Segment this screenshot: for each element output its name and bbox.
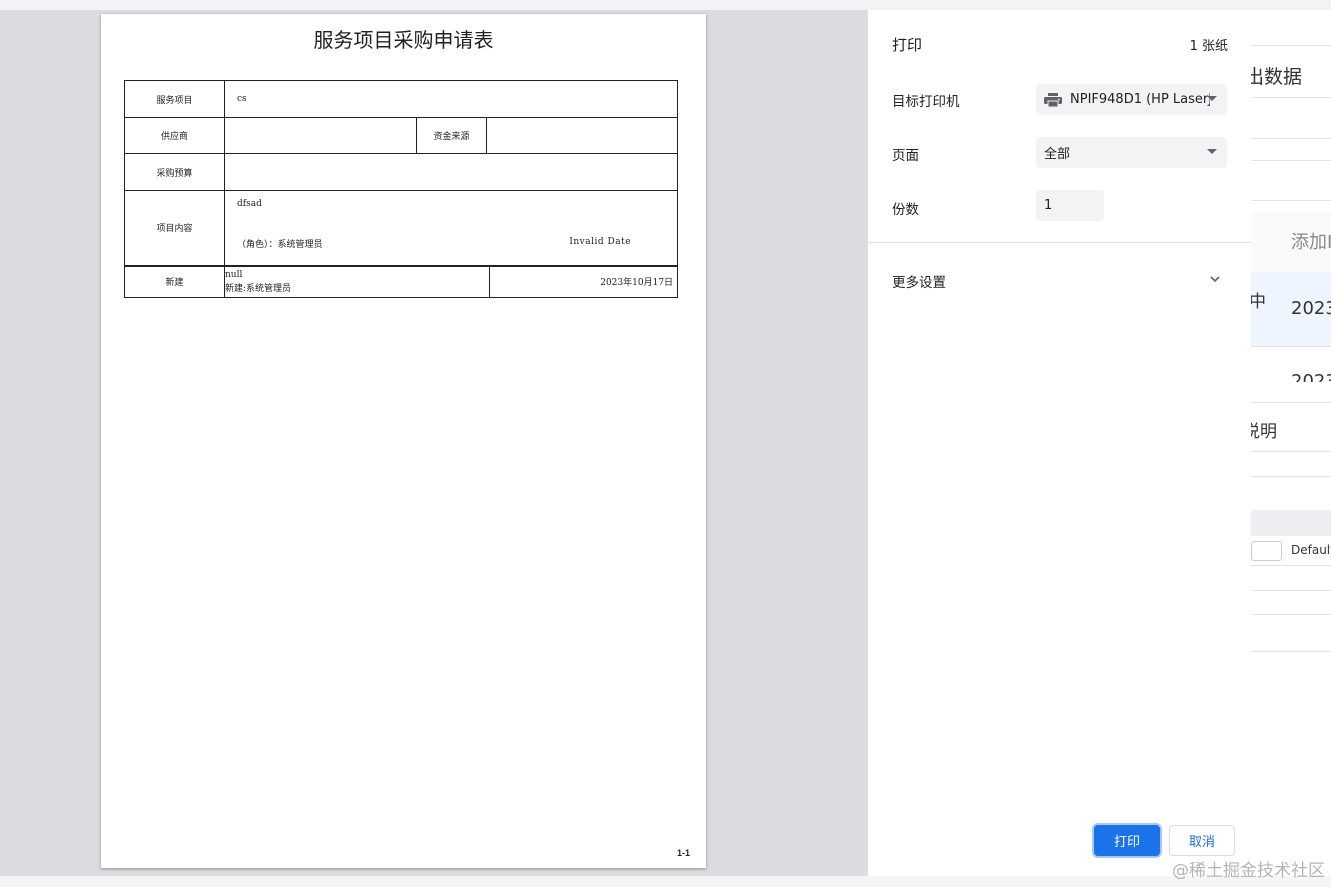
panel-divider [868,242,1252,243]
bg-status-text: 中 [1251,292,1266,312]
supplier-value [224,117,417,154]
bg-col-header: 添加I [1291,232,1331,253]
destination-select[interactable]: NPIF948D1 (HP LaserJet [1036,84,1227,115]
dropdown-arrow-icon [1207,149,1217,154]
bottom-strip [0,876,1331,887]
printer-icon [1044,92,1062,107]
form-title: 服务项目采购申请表 [313,28,494,52]
cancel-button[interactable]: 取消 [1169,825,1235,856]
print-title: 打印 [892,36,923,54]
copies-input[interactable]: 1 [1036,190,1104,221]
browser-top-strip [0,0,1331,10]
watermark-text: @稀土掘金技术社区 [1172,861,1325,881]
new-line2: 新建:系统管理员 [225,283,292,294]
preview-page: 服务项目采购申请表 服务项目 cs 供应商 资金来源 采购预算 项目内容 dfs… [101,14,706,868]
copies-label: 份数 [892,202,919,218]
bg-year-text-2: 2023 [1291,371,1331,382]
supplier-label: 供应商 [124,117,225,154]
bg-export-text: 出数据 [1251,66,1303,88]
pages-select[interactable]: 全部 [1036,137,1227,168]
destination-label: 目标打印机 [892,94,960,110]
bg-year-text: 2023 [1291,298,1331,319]
budget-label: 采购预算 [124,153,225,191]
more-settings-toggle[interactable]: 更多设置 [892,271,946,291]
chevron-down-icon[interactable] [1208,272,1222,286]
destination-value: NPIF948D1 (HP LaserJet [1070,92,1210,107]
dropdown-arrow-icon [1207,96,1217,101]
table-row: 服务项目 cs [124,80,679,118]
table-row: 项目内容 dfsad （角色）：系统管理员 Invalid Date [124,190,679,266]
pages-value: 全部 [1044,147,1071,162]
table-row: 供应商 资金来源 [124,117,679,154]
pages-label: 页面 [892,148,919,164]
new-cell: null 新建:系统管理员 [224,265,490,298]
content-date: Invalid Date [569,237,632,247]
bg-input-field [1251,541,1282,561]
table-row: 新建 null 新建:系统管理员 2023年10月17日 [124,265,679,298]
bg-desc-text: 说明 [1251,422,1277,442]
print-preview-area[interactable]: 服务项目采购申请表 服务项目 cs 供应商 资金来源 采购预算 项目内容 dfs… [0,10,867,876]
fund-source-value [485,117,679,154]
content-cell: dfsad （角色）：系统管理员 Invalid Date [223,190,679,266]
content-value: dfsad [237,199,262,209]
print-settings-panel: 打印 1 张纸 目标打印机 NPIF948D1 (HP LaserJet 页面 … [867,10,1252,876]
budget-value [223,153,679,191]
fund-source-label: 资金来源 [416,117,487,154]
new-date: 2023年10月17日 [488,265,679,298]
new-label: 新建 [124,265,225,298]
sheet-count: 1 张纸 [1189,39,1228,54]
content-label: 项目内容 [124,190,225,266]
new-line1: null [225,269,243,280]
purchase-form-table: 服务项目 cs 供应商 资金来源 采购预算 项目内容 dfsad （角色）：系统… [124,80,679,298]
service-label: 服务项目 [124,80,225,118]
bg-default-text: Default [1291,543,1331,557]
service-value: cs [223,80,679,118]
table-row: 采购预算 [124,153,679,191]
content-role: （角色）：系统管理员 [237,240,323,250]
print-button[interactable]: 打印 [1094,825,1160,856]
background-page: 出数据 添加I 中 2023 2023 说明 Default [1251,10,1331,876]
page-number: 1-1 [676,848,690,858]
